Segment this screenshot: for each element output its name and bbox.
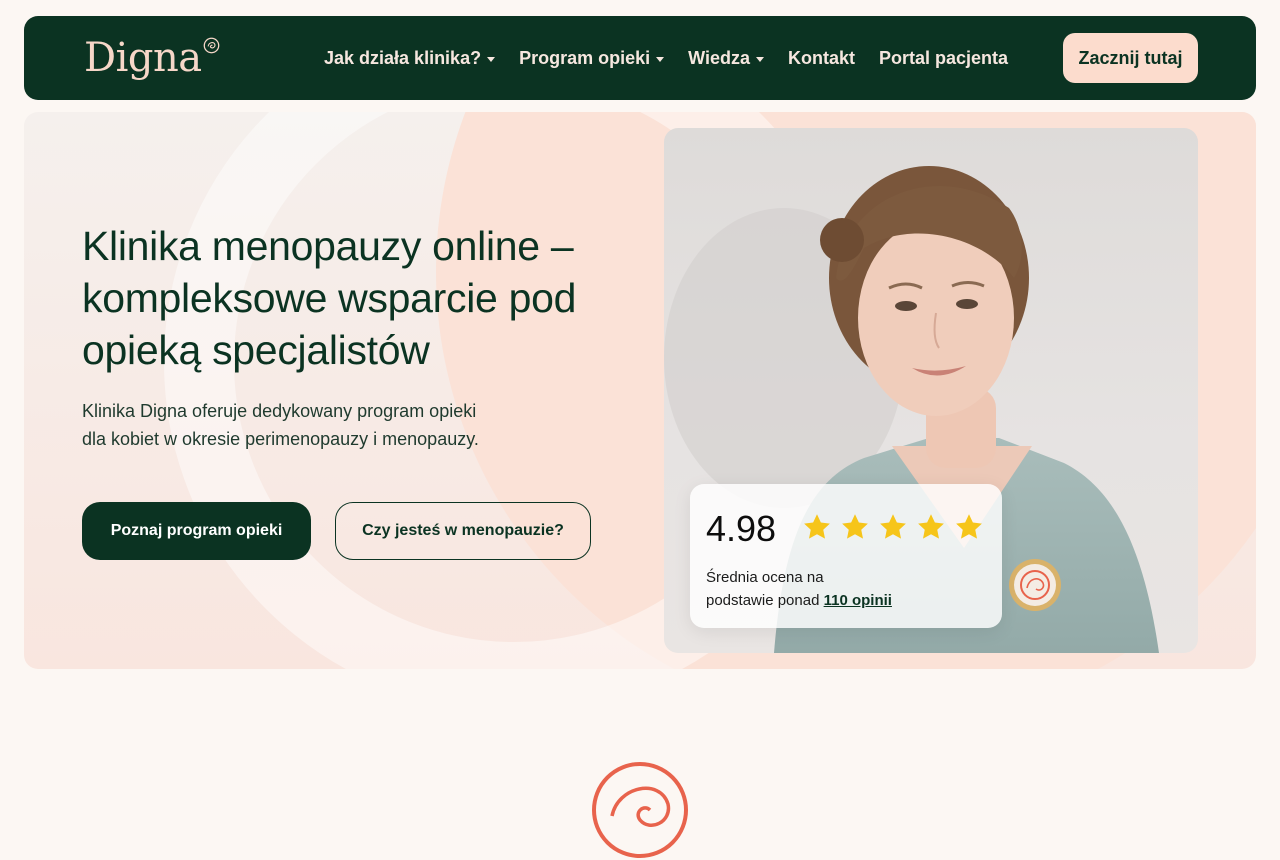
nav-item-jak-dziala[interactable]: Jak działa klinika?: [324, 47, 496, 69]
logo-text: Digna: [84, 35, 202, 81]
rating-card: 4.98 Średnia ocena na podstawie ponad 11…: [690, 484, 1002, 628]
rating-stars: [802, 512, 984, 542]
hero-section: Klinika menopauzy online – kompleksowe w…: [24, 112, 1256, 669]
menopause-check-button[interactable]: Czy jesteś w menopauzie?: [335, 502, 591, 560]
star-icon: [842, 514, 868, 539]
nav-item-label: Program opieki: [519, 47, 651, 68]
caret-down-icon: [487, 56, 496, 62]
logo[interactable]: Digna: [84, 30, 220, 86]
rating-description: Średnia ocena na podstawie ponad 110 opi…: [706, 566, 966, 612]
nav-item-program-opieki[interactable]: Program opieki: [519, 47, 665, 69]
hero-description: Klinika Digna oferuje dedykowany program…: [82, 397, 562, 453]
digna-badge-icon: [592, 762, 688, 858]
rating-text-line-2: podstawie ponad: [706, 592, 824, 609]
nav-item-wiedza[interactable]: Wiedza: [688, 48, 764, 69]
nav-item-label: Wiedza: [688, 47, 750, 68]
reviews-link[interactable]: 110 opinii: [824, 592, 892, 609]
rating-text-line-1: Średnia ocena na: [706, 569, 824, 586]
caret-down-icon: [656, 56, 665, 62]
nav-item-label: Jak działa klinika?: [324, 47, 482, 68]
caret-down-icon: [755, 56, 764, 62]
star-icon: [956, 514, 982, 539]
start-here-button[interactable]: Zacznij tutaj: [1063, 33, 1198, 83]
site-header: Digna Jak działa klinika? Program opieki…: [24, 16, 1256, 100]
nav-item-portal-pacjenta[interactable]: Portal pacjenta: [879, 48, 1008, 69]
star-icon: [804, 514, 830, 539]
nav-item-label: Portal pacjenta: [878, 47, 1009, 68]
star-icon: [880, 514, 906, 539]
star-icon: [918, 514, 944, 539]
digna-logo-mark-icon: [203, 37, 219, 54]
hero-description-line-1: Klinika Digna oferuje dedykowany program…: [82, 401, 477, 421]
rating-value: 4.98: [706, 508, 777, 549]
hero-title: Klinika menopauzy online – kompleksowe w…: [82, 223, 577, 373]
main-nav: Jak działa klinika? Program opieki Wiedz…: [324, 16, 1032, 100]
nav-item-kontakt[interactable]: Kontakt: [788, 48, 855, 69]
hero-description-line-2: dla kobiet w okresie perimenopauzy i men…: [82, 429, 479, 449]
care-program-button[interactable]: Poznaj program opieki: [82, 502, 311, 560]
nav-item-label: Kontakt: [787, 47, 855, 68]
